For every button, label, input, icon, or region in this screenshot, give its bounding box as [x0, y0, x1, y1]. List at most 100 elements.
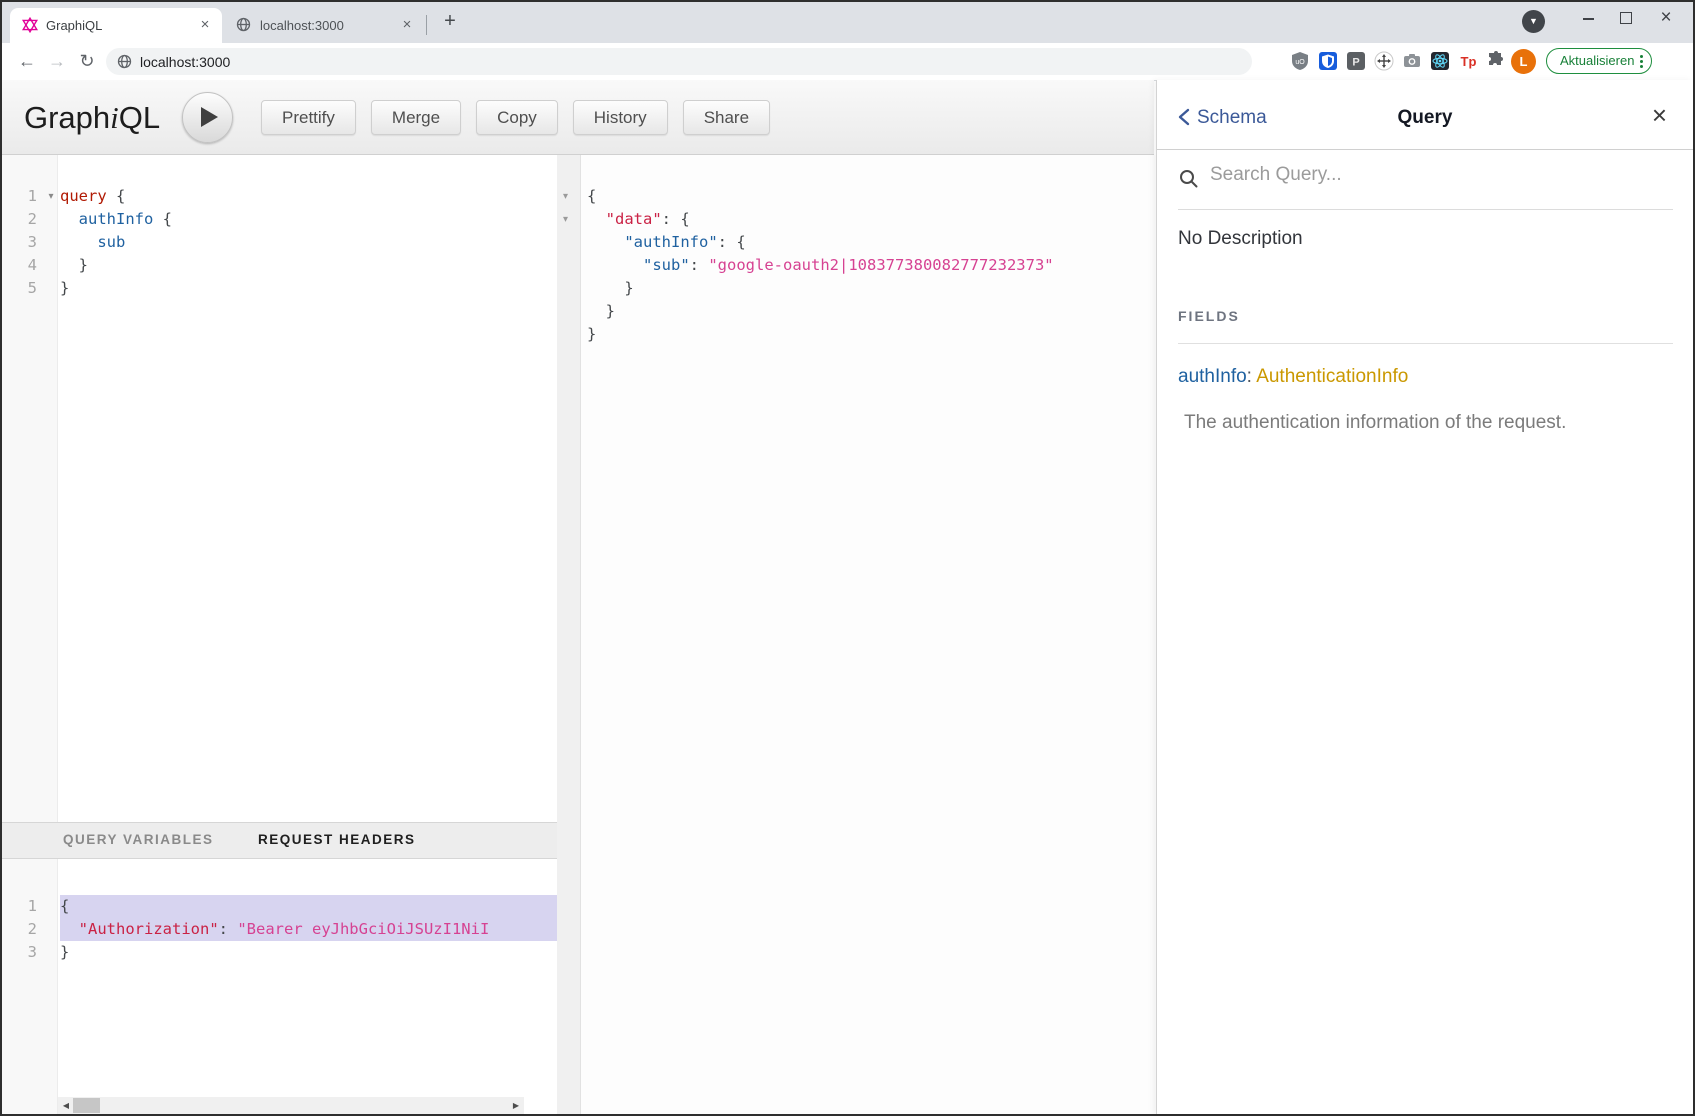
move-cross-extension-icon[interactable] — [1374, 51, 1395, 72]
scrollbar-thumb[interactable] — [73, 1098, 100, 1113]
code-line[interactable]: 5} — [2, 277, 557, 300]
code-text: "Authorization": "Bearer eyJhbGciOiJSUzI… — [60, 918, 557, 941]
scroll-right-icon[interactable]: ▶ — [508, 1097, 524, 1114]
fold-gutter-cell — [557, 231, 581, 254]
code-token: } — [587, 302, 615, 320]
tp-extension-icon[interactable]: Tp — [1458, 51, 1479, 72]
url-text: localhost:3000 — [140, 54, 230, 70]
update-chrome-button[interactable]: Aktualisieren — [1546, 48, 1652, 74]
code-text: } — [581, 323, 1156, 346]
profile-avatar[interactable]: L — [1511, 49, 1536, 74]
result-pane: ▾{▾ "data": { "authInfo": { "sub": "goog… — [557, 155, 1156, 1114]
browser-window: GraphiQL × localhost:3000 × + ▼ × ← → ↻ … — [0, 0, 1695, 1116]
code-token: : { — [718, 233, 746, 251]
tab-query-variables[interactable]: QUERY VARIABLES — [63, 832, 214, 847]
new-tab-button[interactable]: + — [438, 10, 462, 34]
extensions-puzzle-icon[interactable] — [1486, 51, 1507, 72]
code-line[interactable]: 2 "Authorization": "Bearer eyJhbGciOiJSU… — [2, 918, 557, 941]
code-line[interactable]: 3 sub — [2, 231, 557, 254]
p-extension-icon[interactable]: P — [1346, 51, 1367, 72]
tab-title: GraphiQL — [46, 18, 102, 33]
browser-tab-localhost[interactable]: localhost:3000 × — [224, 8, 424, 43]
window-maximize-button[interactable] — [1609, 5, 1643, 31]
code-line[interactable]: 2 authInfo { — [2, 208, 557, 231]
code-token: } — [587, 325, 596, 343]
code-token: { — [107, 187, 126, 205]
bitwarden-extension-icon[interactable] — [1318, 51, 1339, 72]
tab-request-headers[interactable]: REQUEST HEADERS — [258, 832, 416, 847]
horizontal-scrollbar[interactable]: ◀ ▶ — [58, 1097, 524, 1114]
doc-search — [1178, 149, 1673, 210]
browser-toolbar: ← → ↻ localhost:3000 uO P Tp — [2, 43, 1693, 81]
globe-icon — [236, 17, 252, 33]
code-token: authInfo — [79, 210, 154, 228]
toolbar-button-prettify[interactable]: Prettify — [261, 100, 356, 135]
query-editor[interactable]: 1▾query {2 authInfo {3 sub4 }5} — [2, 185, 557, 300]
code-line[interactable]: } — [557, 323, 1156, 346]
graphiql-favicon-icon — [22, 17, 38, 33]
fold-gutter-cell — [42, 918, 60, 941]
code-line[interactable]: "authInfo": { — [557, 231, 1156, 254]
code-text: } — [581, 277, 1156, 300]
scroll-left-icon[interactable]: ◀ — [58, 1097, 74, 1114]
code-line[interactable]: 1▾query { — [2, 185, 557, 208]
window-minimize-button[interactable] — [1571, 5, 1605, 31]
fold-arrow-icon[interactable]: ▾ — [557, 208, 581, 231]
execute-query-button[interactable] — [182, 92, 233, 143]
site-info-globe-icon[interactable] — [117, 54, 132, 69]
tab-close-icon[interactable]: × — [196, 16, 214, 34]
code-line[interactable]: 3} — [2, 941, 557, 964]
code-token: : — [219, 920, 238, 938]
toolbar-button-history[interactable]: History — [573, 100, 668, 135]
code-token — [60, 920, 79, 938]
line-number: 3 — [2, 941, 42, 964]
graphiql-logo: GraphiQL — [24, 100, 160, 136]
code-line[interactable]: ▾ "data": { — [557, 208, 1156, 231]
doc-field-description: The authentication information of the re… — [1184, 412, 1566, 434]
fold-gutter-cell — [557, 323, 581, 346]
window-close-button[interactable]: × — [1649, 5, 1683, 31]
code-token — [60, 233, 97, 251]
forward-icon[interactable]: → — [44, 48, 70, 74]
code-line[interactable]: 4 } — [2, 254, 557, 277]
fold-arrow-icon[interactable]: ▾ — [557, 185, 581, 208]
toolbar-button-merge[interactable]: Merge — [371, 100, 461, 135]
doc-search-input[interactable] — [1208, 163, 1572, 187]
code-token: { — [153, 210, 172, 228]
fold-gutter-cell — [42, 277, 60, 300]
doc-fields-header: FIELDS — [1178, 308, 1240, 324]
doc-field-type-link[interactable]: AuthenticationInfo — [1256, 366, 1408, 387]
toolbar-button-copy[interactable]: Copy — [476, 100, 558, 135]
fold-gutter-cell — [42, 254, 60, 277]
code-line[interactable]: } — [557, 277, 1156, 300]
ublock-extension-icon[interactable]: uO — [1290, 51, 1311, 72]
doc-close-icon[interactable]: × — [1652, 102, 1667, 128]
code-line[interactable]: } — [557, 300, 1156, 323]
download-status-icon[interactable]: ▼ — [1522, 10, 1545, 33]
code-line[interactable]: "sub": "google-oauth2|108377380082777232… — [557, 254, 1156, 277]
code-line[interactable]: ▾{ — [557, 185, 1156, 208]
code-text: authInfo { — [60, 208, 557, 231]
address-bar[interactable]: localhost:3000 — [106, 48, 1252, 75]
tab-title: localhost:3000 — [260, 18, 344, 33]
code-token: "authInfo" — [624, 233, 717, 251]
doc-field-name-link[interactable]: authInfo — [1178, 366, 1247, 387]
chrome-menu-kebab-icon[interactable] — [1640, 55, 1643, 58]
browser-tab-graphiql[interactable]: GraphiQL × — [10, 8, 222, 43]
code-line[interactable]: 1{ — [2, 895, 557, 918]
request-headers-editor[interactable]: 1{2 "Authorization": "Bearer eyJhbGciOiJ… — [2, 895, 557, 964]
camera-extension-icon[interactable] — [1402, 51, 1423, 72]
fold-gutter-cell — [557, 300, 581, 323]
doc-explorer-panel: Schema Query × No Description FIELDS aut… — [1156, 80, 1693, 1114]
doc-field-authinfo: authInfo: AuthenticationInfo — [1178, 366, 1408, 388]
back-icon[interactable]: ← — [14, 48, 40, 74]
tab-close-icon[interactable]: × — [398, 16, 416, 34]
reload-icon[interactable]: ↻ — [74, 48, 100, 74]
fold-gutter-cell — [42, 941, 60, 964]
code-text: "authInfo": { — [581, 231, 1156, 254]
react-devtools-extension-icon[interactable] — [1430, 51, 1451, 72]
svg-text:uO: uO — [1295, 59, 1305, 66]
toolbar-button-share[interactable]: Share — [683, 100, 770, 135]
line-number: 4 — [2, 254, 42, 277]
fold-arrow-icon[interactable]: ▾ — [42, 185, 60, 208]
